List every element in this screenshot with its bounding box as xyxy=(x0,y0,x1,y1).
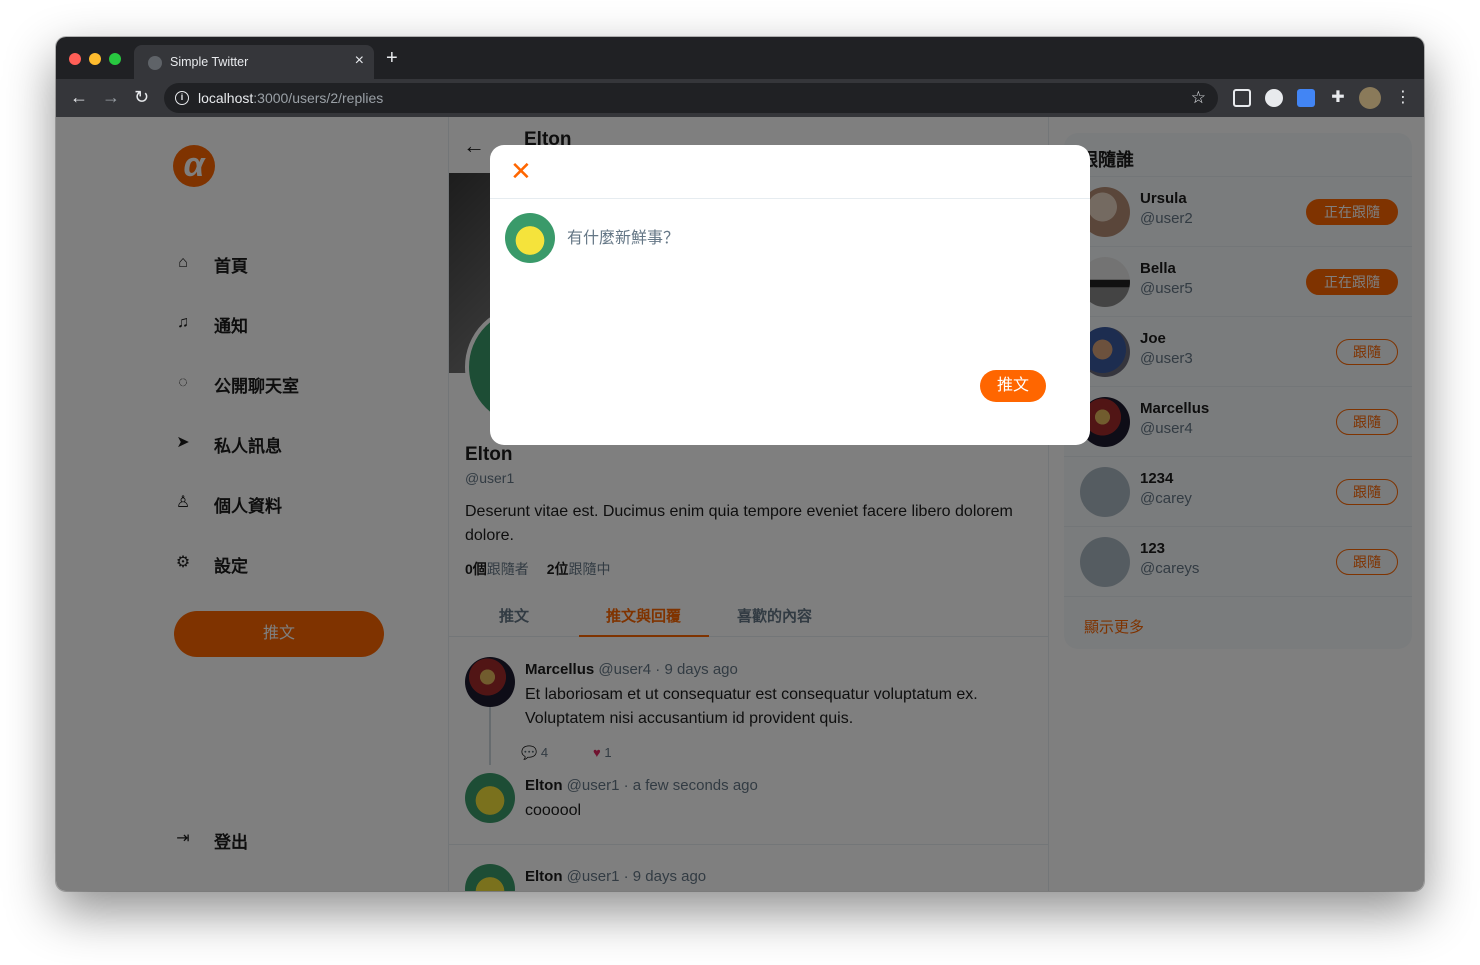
page-viewport: α ⌂ 首頁 ♫ 通知 ◌ 公開聊天室 ➤ 私人訊息 ♙ 個人資料 ⚙ xyxy=(56,117,1424,891)
profile-avatar-icon[interactable] xyxy=(1359,87,1381,109)
minimize-window-button[interactable] xyxy=(89,53,101,65)
browser-toolbar: ← → ↻ i localhost:3000/users/2/replies ☆… xyxy=(56,79,1424,117)
tweet-compose-input[interactable] xyxy=(567,224,1067,364)
tab-close-icon[interactable]: × xyxy=(355,52,364,70)
submit-tweet-button[interactable]: 推文 xyxy=(980,370,1046,402)
url-host: localhost xyxy=(198,90,254,106)
tab-bar: Simple Twitter × + xyxy=(56,37,1424,79)
tweet-compose-modal: ✕ 推文 xyxy=(490,145,1090,445)
translate-extension-icon[interactable] xyxy=(1297,89,1315,107)
notion-extension-icon[interactable] xyxy=(1233,89,1251,107)
url-text[interactable]: localhost:3000/users/2/replies xyxy=(198,90,383,106)
close-window-button[interactable] xyxy=(69,53,81,65)
puzzle-extensions-icon[interactable]: ✚ xyxy=(1329,89,1347,107)
reload-icon[interactable]: ↻ xyxy=(134,87,149,107)
close-icon[interactable]: ✕ xyxy=(510,158,532,184)
new-tab-button[interactable]: + xyxy=(386,48,398,68)
forward-icon[interactable]: → xyxy=(102,87,120,107)
maximize-window-button[interactable] xyxy=(109,53,121,65)
browser-tab[interactable]: Simple Twitter × xyxy=(134,45,374,79)
back-icon[interactable]: ← xyxy=(70,87,88,107)
address-bar[interactable]: i localhost:3000/users/2/replies ☆ xyxy=(164,83,1218,113)
info-icon[interactable]: i xyxy=(175,91,189,105)
extension-icon[interactable] xyxy=(1265,89,1283,107)
kebab-menu-icon[interactable]: ⋮ xyxy=(1394,89,1412,107)
bookmark-star-icon[interactable]: ☆ xyxy=(1191,88,1206,108)
globe-icon xyxy=(148,56,162,70)
browser-window: Simple Twitter × + ← → ↻ i localhost:300… xyxy=(56,37,1424,891)
avatar xyxy=(505,213,555,263)
tab-title: Simple Twitter xyxy=(170,55,249,69)
modal-header: ✕ xyxy=(490,145,1090,199)
url-path: :3000/users/2/replies xyxy=(253,90,384,106)
